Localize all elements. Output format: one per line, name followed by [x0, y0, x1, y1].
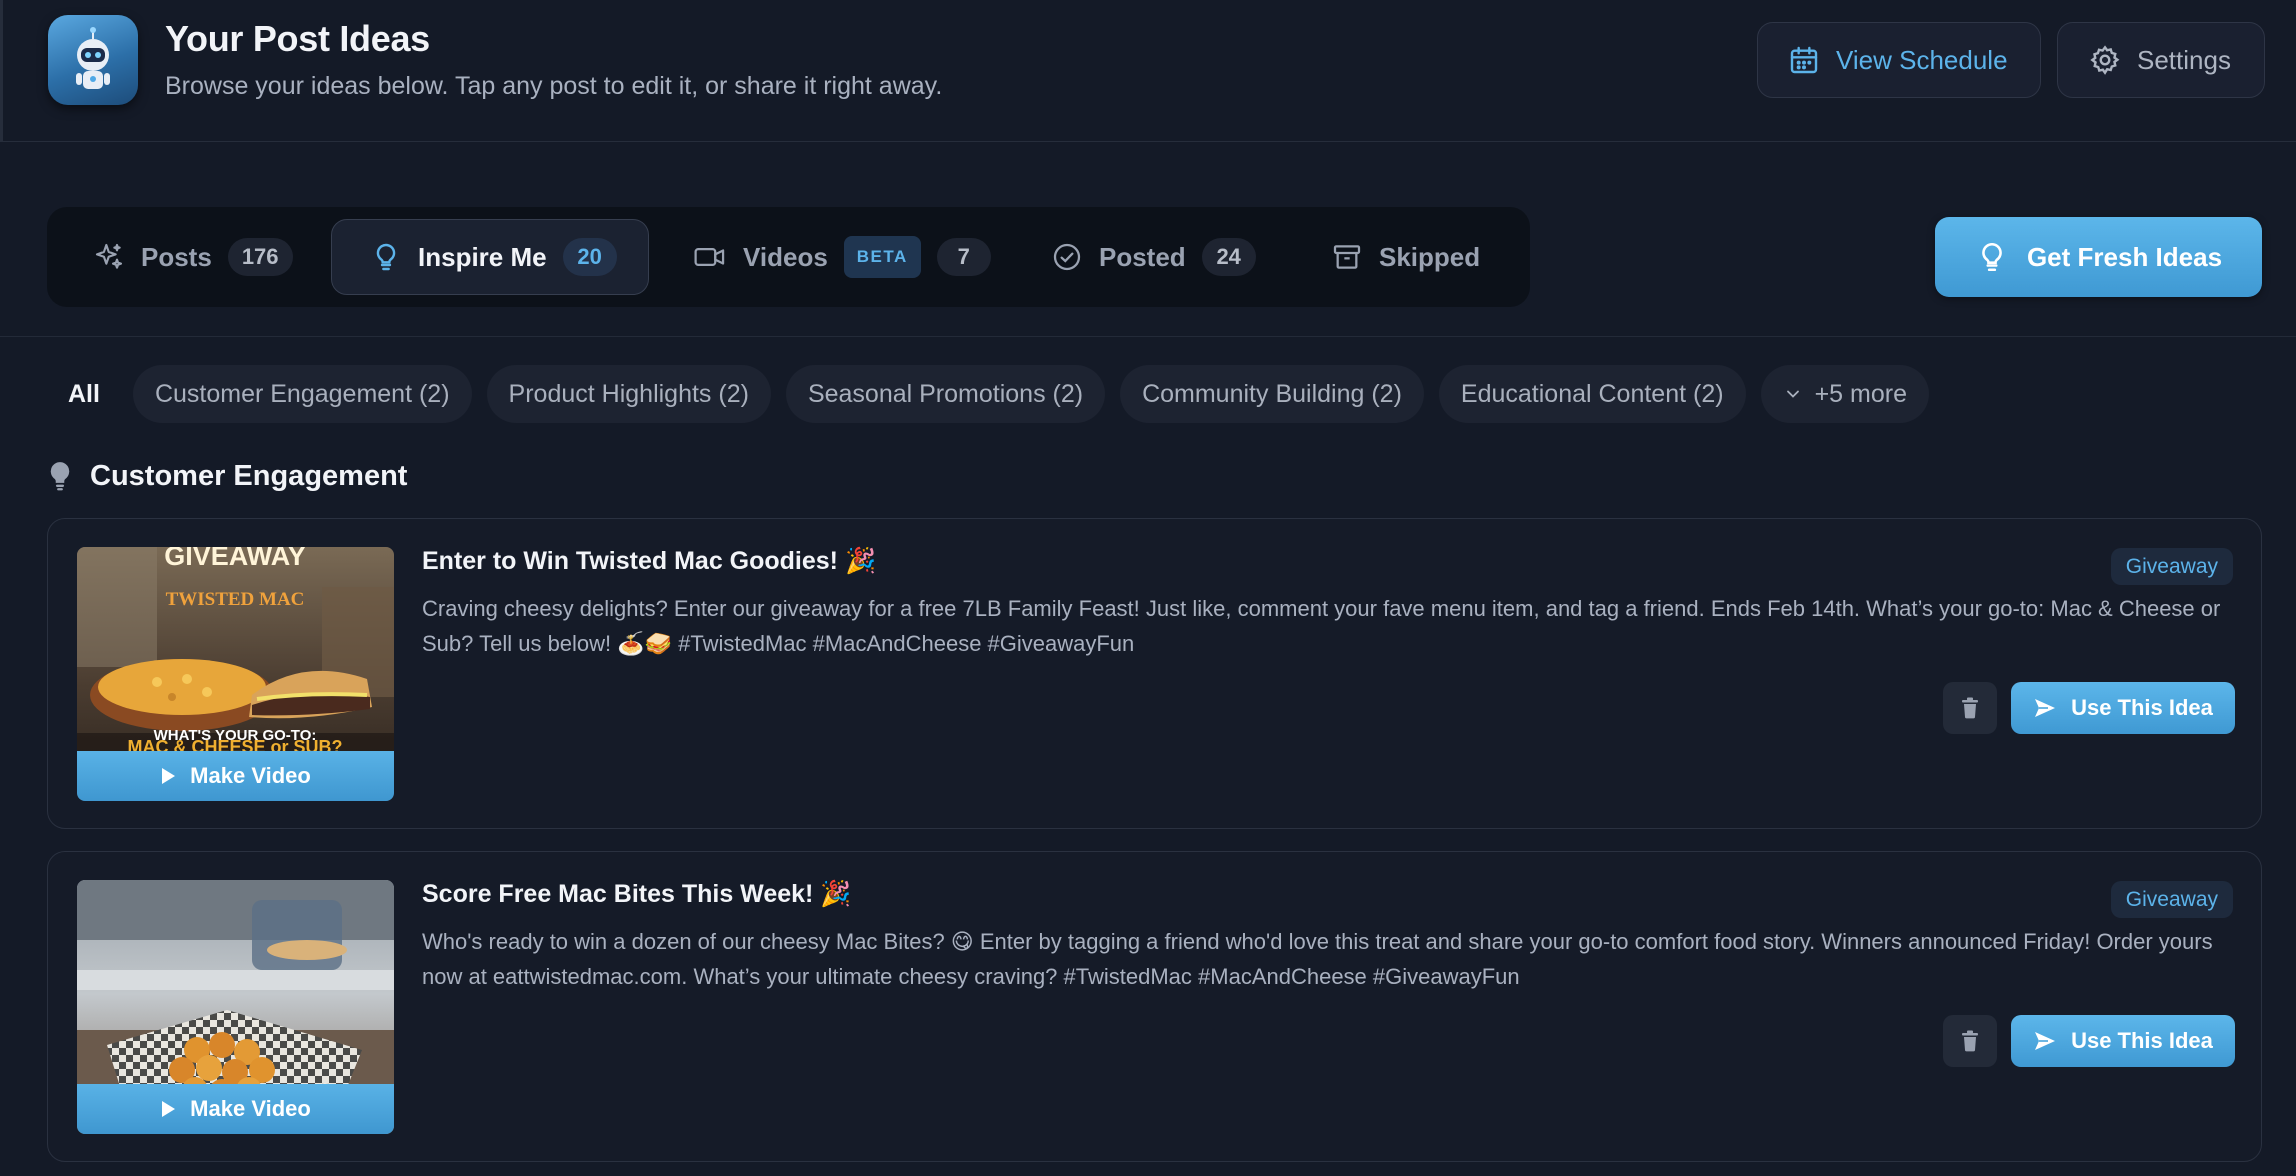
filter-chip-educational-content[interactable]: Educational Content (2)	[1438, 365, 1746, 423]
idea-title: Enter to Win Twisted Mac Goodies! 🎉	[422, 547, 877, 575]
make-video-label: Make Video	[190, 763, 311, 788]
use-this-idea-label: Use This Idea	[2071, 695, 2213, 720]
more-filters-button[interactable]: +5 more	[1760, 365, 1929, 423]
tab-posts[interactable]: Posts 176	[93, 219, 293, 295]
page-header: Your Post Ideas Browse your ideas below.…	[0, 0, 2296, 142]
sparkles-icon	[95, 243, 123, 269]
tab-count: 7	[936, 238, 991, 276]
tab-label: Posted	[1099, 241, 1186, 272]
make-video-button[interactable]: Make Video	[77, 1084, 394, 1134]
view-schedule-button[interactable]: View Schedule	[1757, 22, 2041, 98]
tab-bar: Posts 176 Inspire Me 20 Videos BETA 7 Po…	[47, 207, 1530, 307]
play-icon	[162, 1101, 176, 1117]
idea-body: Craving cheesy delights? Enter our givea…	[422, 596, 2221, 656]
make-video-label: Make Video	[190, 1096, 311, 1121]
tab-label: Inspire Me	[418, 241, 547, 272]
more-filters-label: +5 more	[1814, 379, 1907, 408]
video-camera-icon	[694, 248, 725, 266]
category-filters: All Customer Engagement (2) Product High…	[50, 365, 1944, 423]
section-title: Customer Engagement	[90, 459, 408, 492]
page-title: Your Post Ideas	[165, 18, 430, 59]
filter-chip-seasonal-promotions[interactable]: Seasonal Promotions (2)	[785, 365, 1106, 423]
gear-icon	[2090, 45, 2120, 75]
idea-body: Who's ready to win a dozen of our cheesy…	[422, 929, 2213, 989]
post-image[interactable]: GIVEAWAY TWISTED MAC WHAT'S YOUR GO-TO: …	[77, 547, 394, 801]
filter-chip-community-building[interactable]: Community Building (2)	[1120, 365, 1424, 423]
page-subtitle: Browse your ideas below. Tap any post to…	[165, 72, 943, 100]
trash-icon	[1962, 1030, 1978, 1052]
send-icon	[2035, 1032, 2056, 1050]
get-fresh-ideas-button[interactable]: Get Fresh Ideas	[1935, 217, 2262, 297]
tab-label: Skipped	[1379, 241, 1481, 272]
play-icon	[162, 768, 176, 784]
make-video-button[interactable]: Make Video	[77, 751, 394, 801]
use-this-idea-button[interactable]: Use This Idea	[2011, 1015, 2235, 1067]
settings-button[interactable]: Settings	[2057, 22, 2265, 98]
section-header: Customer Engagement	[48, 456, 407, 496]
send-icon	[2035, 699, 2056, 717]
lightbulb-icon	[376, 243, 396, 271]
category-tag: Giveaway	[2110, 881, 2233, 918]
idea-title: Score Free Mac Bites This Week! 🎉	[422, 880, 852, 908]
calendar-icon	[1790, 46, 1818, 74]
category-tag: Giveaway	[2110, 548, 2233, 585]
tab-label: Videos	[743, 241, 828, 272]
use-this-idea-label: Use This Idea	[2071, 1028, 2213, 1053]
filter-chip-product-highlights[interactable]: Product Highlights (2)	[486, 365, 771, 423]
delete-button[interactable]	[1943, 1015, 1997, 1067]
chevron-down-icon	[1786, 390, 1799, 398]
svg-text:GIVEAWAY: GIVEAWAY	[164, 547, 306, 571]
beta-badge: BETA	[843, 236, 921, 278]
lightbulb-icon	[1982, 242, 2002, 272]
filter-chip-customer-engagement[interactable]: Customer Engagement (2)	[132, 365, 472, 423]
get-fresh-ideas-label: Get Fresh Ideas	[2026, 241, 2223, 272]
idea-card[interactable]: Make Video Score Free Mac Bites This Wee…	[47, 851, 2262, 1162]
tab-skipped[interactable]: Skipped	[1331, 219, 1480, 295]
check-circle-icon	[1053, 243, 1081, 271]
use-this-idea-button[interactable]: Use This Idea	[2011, 682, 2235, 734]
tab-posted[interactable]: Posted 24	[1051, 219, 1256, 295]
robot-logo-icon	[48, 15, 138, 105]
tab-count: 176	[227, 238, 293, 276]
divider	[0, 336, 2296, 337]
trash-icon	[1962, 697, 1978, 719]
settings-label: Settings	[2137, 44, 2231, 75]
idea-card[interactable]: GIVEAWAY TWISTED MAC WHAT'S YOUR GO-TO: …	[47, 518, 2262, 829]
tab-label: Posts	[141, 241, 212, 272]
lightbulb-icon	[50, 462, 70, 491]
view-schedule-label: View Schedule	[1836, 44, 2008, 75]
tab-count: 20	[562, 238, 617, 276]
post-image[interactable]: Make Video	[77, 880, 394, 1134]
tab-inspire-me[interactable]: Inspire Me 20	[331, 219, 649, 295]
svg-text:TWISTED MAC: TWISTED MAC	[166, 589, 305, 610]
delete-button[interactable]	[1943, 682, 1997, 734]
tab-videos[interactable]: Videos BETA 7	[693, 219, 991, 295]
archive-icon	[1333, 245, 1361, 269]
tab-count: 24	[1201, 238, 1256, 276]
filter-chip-all[interactable]: All	[50, 365, 118, 423]
